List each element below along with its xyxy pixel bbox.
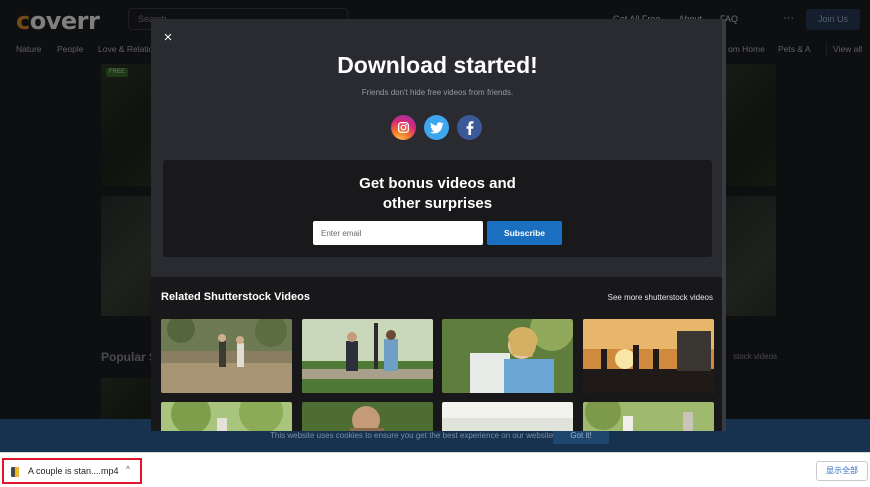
related-videos-section: Related Shutterstock Videos See more shu… bbox=[151, 277, 724, 431]
download-file-name: A couple is stan....mp4 bbox=[28, 466, 119, 476]
video-thumb-sunset-silhouettes[interactable] bbox=[583, 319, 714, 393]
download-item[interactable]: A couple is stan....mp4 ^ bbox=[2, 458, 142, 484]
instagram-icon[interactable] bbox=[391, 115, 416, 140]
newsletter-heading: Get bonus videos and other surprises bbox=[359, 175, 516, 212]
see-more-link[interactable]: See more shutterstock videos bbox=[608, 293, 713, 302]
video-thumb-couple-running[interactable] bbox=[161, 319, 292, 393]
subscribe-button[interactable]: Subscribe bbox=[487, 221, 562, 245]
video-thumb-bright-sky[interactable] bbox=[442, 402, 573, 431]
cookie-text: This website uses cookies to ensure you … bbox=[270, 431, 554, 440]
newsletter-panel: Get bonus videos and other surprises Sub… bbox=[163, 160, 712, 257]
video-thumb-couple-close[interactable] bbox=[302, 402, 433, 431]
modal-scrollbar[interactable] bbox=[722, 19, 726, 431]
modal-subtitle: Friends don't hide free videos from frie… bbox=[361, 88, 514, 97]
video-thumb-graduation-hug[interactable] bbox=[442, 319, 573, 393]
video-thumb-couple-dancing[interactable] bbox=[302, 319, 433, 393]
chevron-up-icon[interactable]: ^ bbox=[126, 465, 130, 474]
download-modal: × Download started! Friends don't hide f… bbox=[151, 19, 724, 431]
email-input[interactable] bbox=[313, 221, 483, 245]
modal-title: Download started! bbox=[337, 52, 538, 78]
twitter-icon[interactable] bbox=[424, 115, 449, 140]
file-icon bbox=[11, 467, 19, 477]
video-thumb-park-elderly[interactable] bbox=[161, 402, 292, 431]
close-icon[interactable]: × bbox=[161, 30, 175, 45]
facebook-icon[interactable] bbox=[457, 115, 482, 140]
video-thumb-garden-elderly[interactable] bbox=[583, 402, 714, 431]
related-heading: Related Shutterstock Videos bbox=[161, 291, 310, 303]
download-shelf: A couple is stan....mp4 ^ 显示全部 bbox=[0, 452, 870, 487]
show-all-button[interactable]: 显示全部 bbox=[816, 461, 868, 481]
social-share-row bbox=[391, 115, 482, 140]
